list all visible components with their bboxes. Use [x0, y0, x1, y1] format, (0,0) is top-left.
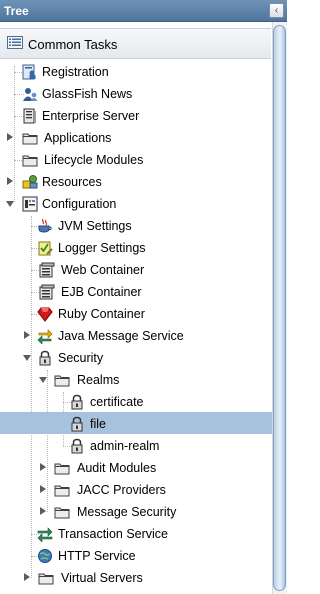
- tree-item-ejb-container[interactable]: EJB Container: [0, 281, 272, 303]
- tree-item-label: file: [90, 417, 106, 431]
- tree-item-transaction-service[interactable]: Transaction Service: [0, 523, 272, 545]
- registration-icon: [22, 64, 36, 80]
- tree-item-label: HTTP Service: [58, 549, 136, 563]
- tree-item-label: Audit Modules: [77, 461, 157, 475]
- tree-item-label: EJB Container: [61, 285, 142, 299]
- container-icon: [39, 262, 55, 278]
- expand-arrow-icon[interactable]: [40, 507, 46, 515]
- tree-title: Tree: [4, 4, 29, 18]
- vertical-scrollbar-thumb[interactable]: [273, 25, 286, 591]
- tree-item-logger-settings[interactable]: Logger Settings: [0, 237, 272, 259]
- tree-item-security[interactable]: Security: [0, 347, 272, 369]
- folder-icon: [54, 507, 70, 519]
- tree-item-label: Transaction Service: [58, 527, 168, 541]
- tree-item-label: Web Container: [61, 263, 145, 277]
- collapse-panel-button[interactable]: ‹: [269, 3, 284, 18]
- tree-item-label: Applications: [44, 131, 112, 145]
- tree-item-label: Lifecycle Modules: [44, 153, 144, 167]
- tree-item-label: GlassFish News: [42, 87, 133, 101]
- folder-icon: [54, 375, 70, 387]
- globe-icon: [38, 549, 52, 563]
- tree-item-glassfish-news[interactable]: GlassFish News: [0, 83, 272, 105]
- tree-item-web-container[interactable]: Web Container: [0, 259, 272, 281]
- tree-item-label: Java Message Service: [58, 329, 184, 343]
- tree-item-label: Registration: [42, 65, 109, 79]
- tree-item-label: Enterprise Server: [42, 109, 140, 123]
- lock-icon: [71, 394, 83, 410]
- tree-item-label: Ruby Container: [58, 307, 145, 321]
- tree-item-jacc-providers[interactable]: JACC Providers: [0, 479, 272, 501]
- server-icon: [23, 108, 36, 124]
- expand-arrow-icon[interactable]: [24, 331, 30, 339]
- tree-item-virtual-servers[interactable]: Virtual Servers: [0, 567, 272, 589]
- glassfish-news-icon: [23, 88, 38, 101]
- tree-item-applications[interactable]: Applications: [0, 127, 272, 149]
- tree-item-java-message-service[interactable]: Java Message Service: [0, 325, 272, 347]
- tree-item-label: JACC Providers: [77, 483, 166, 497]
- tree-item-label: Message Security: [77, 505, 177, 519]
- transaction-arrows-icon: [37, 527, 53, 542]
- tree-item-label: JVM Settings: [58, 219, 132, 233]
- tree-header: Tree ‹: [0, 0, 287, 22]
- collapse-arrow-icon[interactable]: [23, 355, 31, 361]
- tree-item-label: Logger Settings: [58, 241, 146, 255]
- lock-icon: [71, 438, 83, 454]
- tree-item-jvm-settings[interactable]: JVM Settings: [0, 215, 272, 237]
- common-tasks-label: Common Tasks: [28, 37, 118, 52]
- tree-item-certificate[interactable]: certificate: [0, 391, 272, 413]
- logger-icon: [38, 241, 53, 256]
- task-list-icon: [7, 36, 23, 49]
- tree-item-realms[interactable]: Realms: [0, 369, 272, 391]
- tree-item-label: Resources: [42, 175, 102, 189]
- chevron-left-icon: ‹: [274, 5, 279, 16]
- tree-item-label: Configuration: [42, 197, 117, 211]
- expand-arrow-icon[interactable]: [24, 573, 30, 581]
- lock-icon: [39, 350, 51, 366]
- expand-arrow-icon[interactable]: [40, 463, 46, 471]
- tree-item-audit-modules[interactable]: Audit Modules: [0, 457, 272, 479]
- expand-arrow-icon[interactable]: [7, 133, 13, 141]
- tree-item-enterprise-server[interactable]: Enterprise Server: [0, 105, 272, 127]
- tree-item-label: Virtual Servers: [61, 571, 143, 585]
- tree-item-configuration[interactable]: Configuration: [0, 193, 272, 215]
- container-icon: [39, 284, 55, 300]
- folder-icon: [38, 573, 54, 585]
- ruby-gem-icon: [37, 307, 53, 322]
- java-cup-icon: [38, 218, 52, 233]
- tree-item-label: admin-realm: [90, 439, 160, 453]
- folder-icon: [22, 155, 38, 167]
- common-tasks-link[interactable]: Common Tasks: [0, 28, 271, 59]
- tree-item-lifecycle-modules[interactable]: Lifecycle Modules: [0, 149, 272, 171]
- expand-arrow-icon[interactable]: [7, 177, 13, 185]
- collapse-arrow-icon[interactable]: [6, 201, 14, 207]
- configuration-icon: [22, 196, 38, 212]
- tree-item-message-security[interactable]: Message Security: [0, 501, 272, 523]
- tree-item-admin-realm[interactable]: admin-realm: [0, 435, 272, 457]
- tree-item-file[interactable]: file: [0, 412, 272, 434]
- tree-item-ruby-container[interactable]: Ruby Container: [0, 303, 272, 325]
- collapse-arrow-icon[interactable]: [39, 377, 47, 383]
- tree-item-resources[interactable]: Resources: [0, 171, 272, 193]
- resources-icon: [22, 175, 38, 189]
- tree-item-label: Security: [58, 351, 104, 365]
- folder-icon: [54, 485, 70, 497]
- folder-icon: [54, 463, 70, 475]
- expand-arrow-icon[interactable]: [40, 485, 46, 493]
- exchange-arrows-icon: [37, 329, 53, 344]
- lock-icon: [71, 416, 83, 432]
- tree-item-http-service[interactable]: HTTP Service: [0, 545, 272, 567]
- folder-icon: [22, 133, 38, 145]
- tree-item-registration[interactable]: Registration: [0, 61, 272, 83]
- tree-item-label: certificate: [90, 395, 144, 409]
- tree-item-label: Realms: [77, 373, 120, 387]
